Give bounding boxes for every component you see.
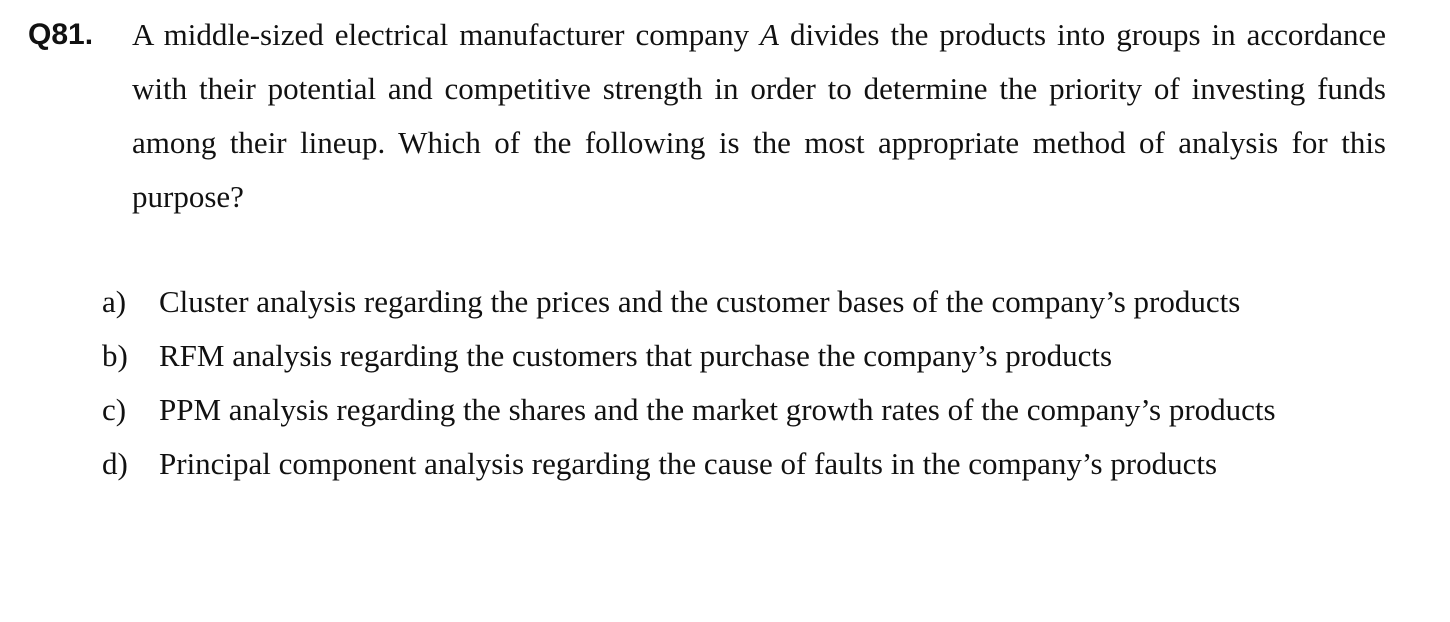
question-text: A middle-sized electrical manufacturer c… <box>132 8 1386 224</box>
option-letter: d) <box>102 446 128 481</box>
option-a: a) Cluster analysis regarding the prices… <box>102 275 1388 329</box>
option-text: Principal component analysis regarding t… <box>159 446 1218 481</box>
option-text: PPM analysis regarding the shares and th… <box>159 392 1276 427</box>
option-text: RFM analysis regarding the customers tha… <box>159 338 1113 373</box>
question-text-before: A middle-sized electrical manufacturer c… <box>132 17 761 52</box>
option-b: b) RFM analysis regarding the customers … <box>102 329 1388 383</box>
option-letter: c) <box>102 392 127 427</box>
option-letter: b) <box>102 338 128 373</box>
answer-options: a) Cluster analysis regarding the prices… <box>102 275 1388 491</box>
option-letter: a) <box>102 284 127 319</box>
option-text: Cluster analysis regarding the prices an… <box>159 284 1241 319</box>
option-d: d) Principal component analysis regardin… <box>102 437 1388 491</box>
company-variable: A <box>760 17 779 52</box>
question-number: Q81. <box>28 18 94 51</box>
option-c: c) PPM analysis regarding the shares and… <box>102 383 1388 437</box>
